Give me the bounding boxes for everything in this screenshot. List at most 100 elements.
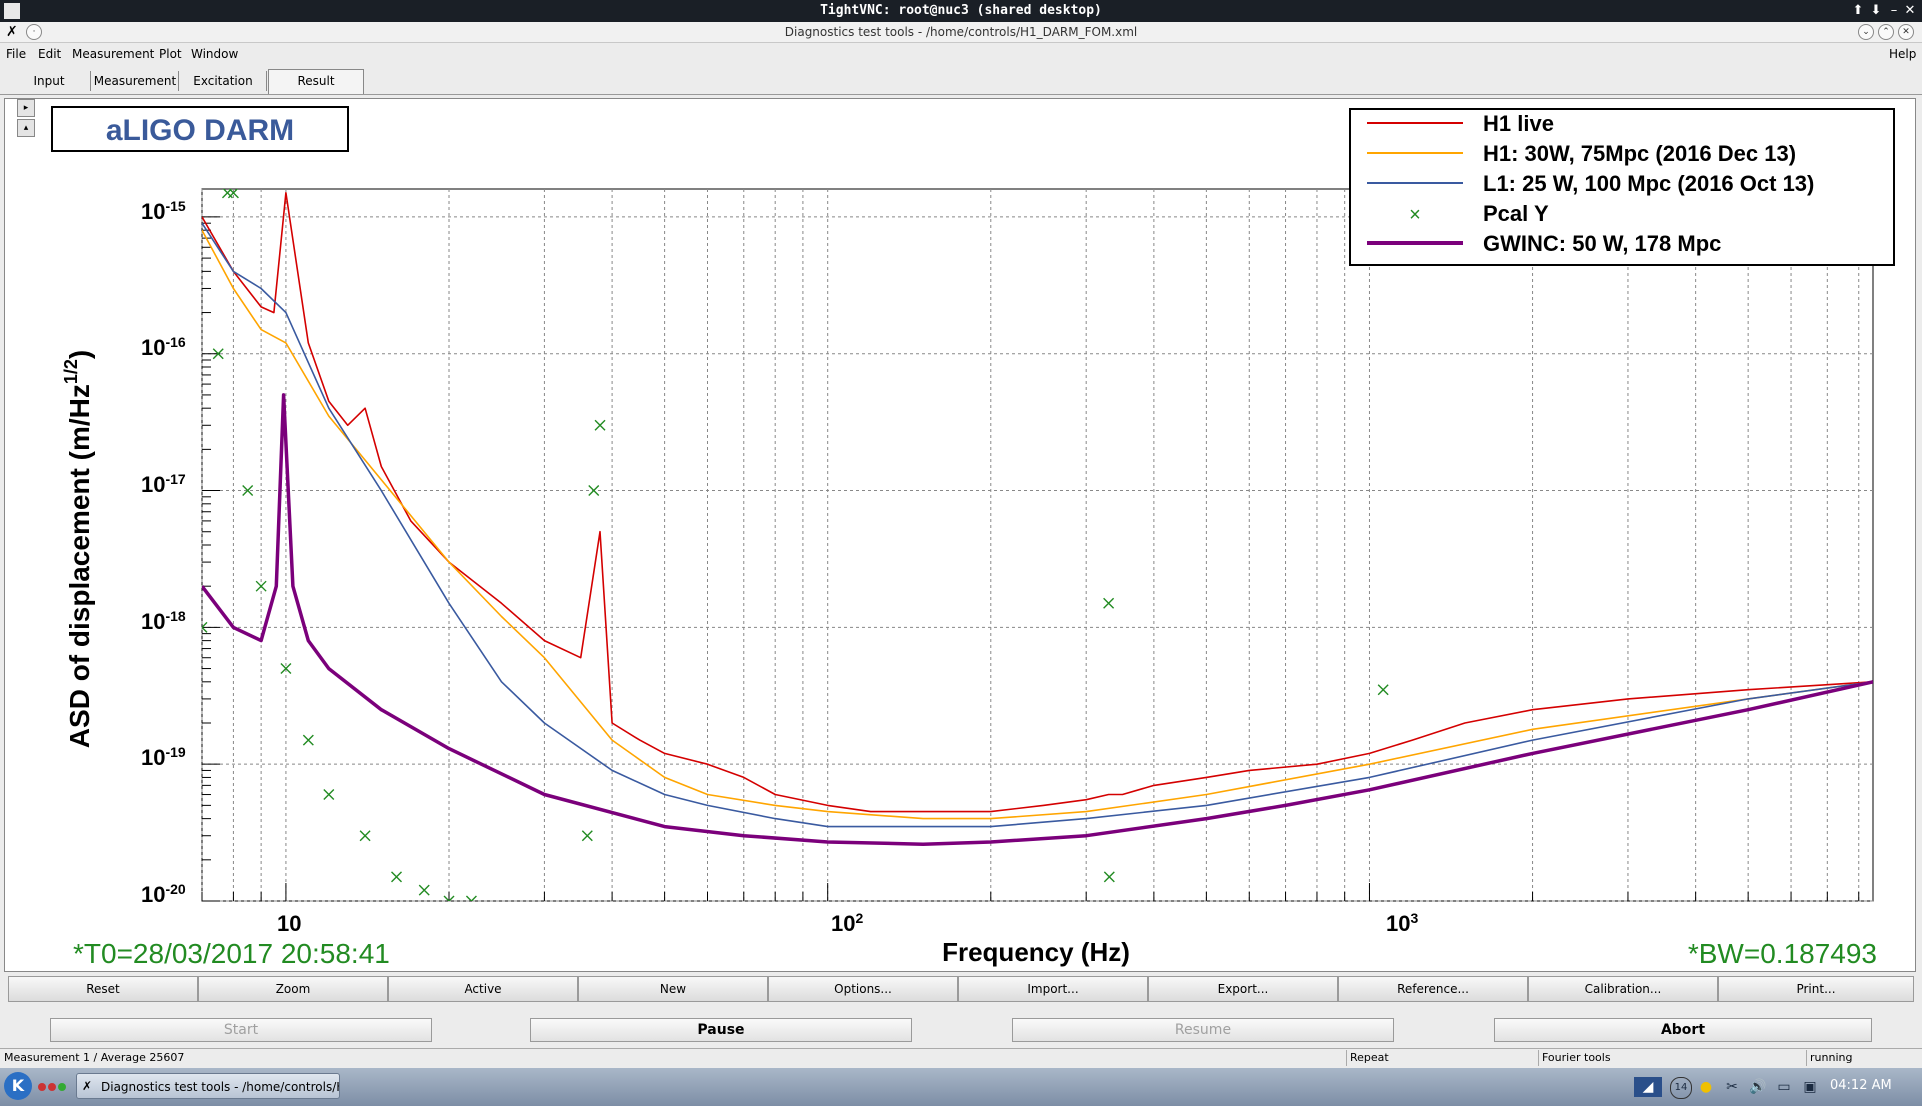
legend-label: H1: 30W, 75Mpc (2016 Dec 13) [1483,141,1796,166]
x-tick-labels: 10 102 103 [277,910,1418,936]
computer-icon[interactable]: ▣ [1800,1077,1820,1097]
series-1-line [202,229,1873,820]
menubar: File Edit Measurement Plot Window Help [0,44,1922,66]
reset-button[interactable]: Reset [8,976,198,1002]
menu-window[interactable]: Window [191,47,238,61]
new-button[interactable]: New [578,976,768,1002]
display-icon[interactable]: ▭ [1774,1077,1794,1097]
volume-icon[interactable]: 🔊 [1748,1077,1768,1097]
restore-icon[interactable]: ⬇ [1868,3,1884,19]
legend-label: H1 live [1483,111,1554,136]
pcal-point [594,419,606,431]
plot-canvas[interactable]: aLIGO DARM Frequency (Hz) ASD of displac… [5,99,1915,971]
pcal-point [1377,684,1389,696]
reference-button[interactable]: Reference... [1338,976,1528,1002]
tab-result[interactable]: Result [268,69,364,94]
ytick-label: 10-16 [141,334,186,360]
updater-icon[interactable]: ● [1696,1077,1716,1097]
pcal-point [302,734,314,746]
abort-button[interactable]: Abort [1494,1018,1872,1042]
series-0-line [202,192,1873,813]
menu-help[interactable]: Help [1889,47,1916,61]
legend-label: GWINC: 50 W, 178 Mpc [1483,231,1721,256]
bw-annotation: *BW=0.187493 [1688,938,1877,969]
badge-14-icon[interactable]: 14 [1670,1077,1692,1099]
plot-title: aLIGO DARM [106,114,294,147]
pcal-point [418,884,430,896]
t0-annotation: *T0=28/03/2017 20:58:41 [73,938,390,969]
calibration-button[interactable]: Calibration... [1528,976,1718,1002]
status-state: running [1810,1051,1853,1064]
ytick-label: 10-19 [141,744,186,770]
app-close-icon[interactable]: ✕ [1898,24,1914,40]
green-dot-icon [58,1083,66,1091]
ytick-label: 10-15 [141,198,186,224]
ytick-label: 10-20 [141,881,186,907]
menu-measurement[interactable]: Measurement [72,47,154,61]
plot-frame-rect [201,188,1874,902]
pcal-point [323,789,335,801]
print-button[interactable]: Print... [1718,976,1914,1002]
legend-label: Pcal Y [1483,201,1549,226]
ytick-label: 10-18 [141,608,186,634]
kde-menu-icon[interactable]: K [4,1072,32,1100]
app-title: Diagnostics test tools - /home/controls/… [784,25,1138,39]
pause-button[interactable]: Pause [530,1018,912,1042]
xtick-label: 10 [277,911,301,936]
maximize-icon[interactable]: ⬆ [1850,3,1866,19]
pcal-point [1103,597,1115,609]
xtick-label: 103 [1386,910,1418,936]
plot-button-row: Reset Zoom Active New Options... Import.… [8,976,1914,1002]
series-4-line [202,393,1873,846]
ytick-label: 10-17 [141,471,186,497]
menu-file[interactable]: File [6,47,26,61]
taskbar: K ✗ Diagnostics test tools - /home/contr… [0,1068,1922,1106]
status-measurement: Measurement 1 / Average 25607 [0,1050,1347,1066]
legend: H1 live H1: 30W, 75Mpc (2016 Dec 13) L1:… [1349,108,1895,266]
task-item-diagnostics[interactable]: ✗ Diagnostics test tools - /home/control… [76,1073,340,1099]
active-button[interactable]: Active [388,976,578,1002]
close-icon[interactable]: ✕ [1902,3,1918,19]
options-button[interactable]: Options... [768,976,958,1002]
control-row: Start Pause Resume Abort [0,1010,1922,1046]
pcal-point [391,871,403,883]
axis-ticks [201,216,1860,902]
x-axis-label: Frequency (Hz) [942,937,1130,967]
status-mode: Repeat [1346,1050,1539,1066]
plot-pad[interactable]: ▸ ▴ aLIGO DARM Frequency (Hz) ASD of dis… [4,98,1916,972]
clock: 04:12 AM [1830,1078,1892,1093]
status-tools: Fourier tools [1538,1050,1807,1066]
menu-plot[interactable]: Plot [159,47,182,61]
zoom-button[interactable]: Zoom [198,976,388,1002]
tab-input[interactable]: Input [8,71,91,91]
app-minimize-icon[interactable]: ⌄ [1858,24,1874,40]
tab-excitation[interactable]: Excitation [180,71,267,91]
pcal-point [359,830,371,842]
red-dot-icon [48,1083,56,1091]
pcal-point [1103,871,1115,883]
red-dot-icon [38,1083,46,1091]
y-axis-label: ASD of displacement (m/Hz1/2) [61,350,95,748]
xtick-label: 102 [831,910,863,936]
tools-task-icon: ✗ [82,1079,93,1093]
grid-lines [201,189,1873,902]
vnc-titlebar: TightVNC: root@nuc3 (shared desktop) ⬆ ⬇… [0,0,1922,22]
network-icon[interactable]: ◢ [1634,1077,1662,1097]
series-layer [202,189,1873,901]
pcal-point [255,580,267,592]
legend-label: L1: 25 W, 100 Mpc (2016 Oct 13) [1483,171,1814,196]
pcal-point [588,485,600,497]
tab-bar: Input Measurement Excitation Result [0,68,1922,95]
status-bar: Measurement 1 / Average 25607 Repeat Fou… [0,1048,1922,1067]
tab-measurement[interactable]: Measurement [92,71,179,91]
import-button[interactable]: Import... [958,976,1148,1002]
menu-edit[interactable]: Edit [38,47,61,61]
minimize-icon[interactable]: – [1886,3,1902,19]
app-titlebar: ✗ · Diagnostics test tools - /home/contr… [0,22,1922,43]
y-tick-labels: 10-15 10-16 10-17 10-18 10-19 10-20 [141,198,186,907]
resume-button[interactable]: Resume [1012,1018,1394,1042]
app-maximize-icon[interactable]: ⌃ [1878,24,1894,40]
export-button[interactable]: Export... [1148,976,1338,1002]
tools-icon[interactable]: ✂ [1722,1077,1742,1097]
start-button[interactable]: Start [50,1018,432,1042]
